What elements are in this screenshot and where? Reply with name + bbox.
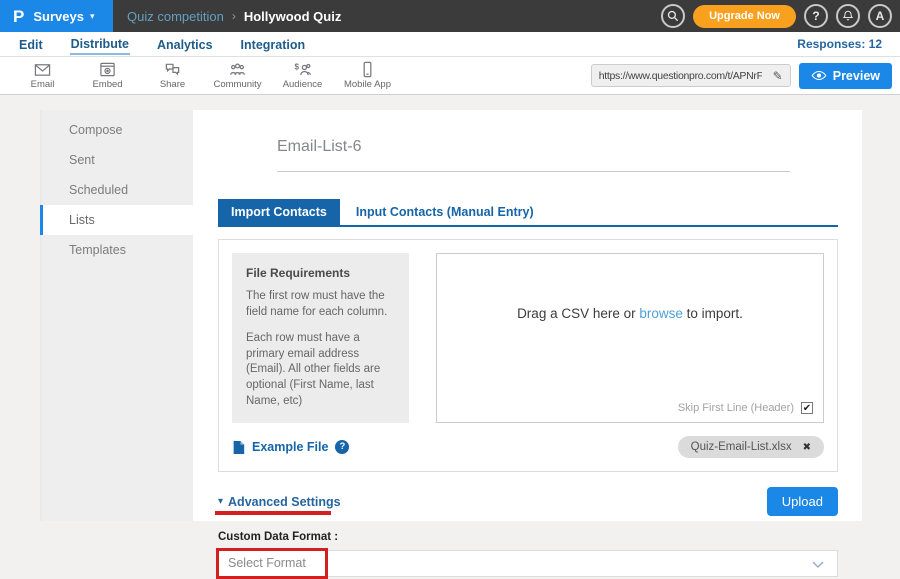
toolbar-item-audience[interactable]: $ Audience bbox=[270, 61, 335, 90]
survey-url-box: ✎ bbox=[591, 64, 791, 87]
audience-icon: $ bbox=[293, 61, 312, 78]
tab-edit[interactable]: Edit bbox=[18, 35, 44, 54]
advanced-settings-toggle[interactable]: ▾ Advanced Settings bbox=[218, 495, 341, 509]
file-requirements-panel: File Requirements The first row must hav… bbox=[232, 253, 409, 423]
toolbar-item-embed[interactable]: Embed bbox=[75, 61, 140, 90]
eye-icon bbox=[811, 70, 827, 81]
tab-import-contacts[interactable]: Import Contacts bbox=[218, 199, 340, 225]
import-contacts-panel: File Requirements The first row must hav… bbox=[218, 239, 838, 472]
sidebar-item-scheduled[interactable]: Scheduled bbox=[40, 175, 193, 205]
tab-integration[interactable]: Integration bbox=[240, 35, 307, 54]
document-icon bbox=[232, 440, 245, 455]
chevron-down-icon: ▾ bbox=[90, 11, 95, 22]
advanced-settings-row: ▾ Advanced Settings Upload bbox=[218, 487, 838, 516]
remove-file-icon[interactable]: ✖ bbox=[803, 442, 811, 453]
bell-icon bbox=[841, 9, 855, 23]
uploaded-file-name: Quiz-Email-List.xlsx bbox=[691, 441, 792, 453]
breadcrumb: Quiz competition › Hollywood Quiz bbox=[127, 9, 341, 24]
dropzone-text: Drag a CSV here or browse to import. bbox=[437, 306, 823, 321]
dropzone-text-before: Drag a CSV here or bbox=[517, 306, 639, 321]
example-file-help-icon[interactable]: ? bbox=[335, 440, 349, 454]
sidebar-item-compose[interactable]: Compose bbox=[40, 115, 193, 145]
import-lower-row: Example File ? Quiz-Email-List.xlsx ✖ bbox=[232, 436, 824, 458]
toolbar-item-community[interactable]: Community bbox=[205, 61, 270, 90]
list-name-field[interactable]: Email-List-6 bbox=[277, 138, 790, 172]
preview-button[interactable]: Preview bbox=[799, 63, 892, 89]
toolbar-item-mobile-app[interactable]: Mobile App bbox=[335, 61, 400, 90]
survey-url-input[interactable] bbox=[592, 70, 766, 82]
file-requirements-title: File Requirements bbox=[246, 266, 395, 280]
browse-link[interactable]: browse bbox=[639, 306, 683, 321]
example-file-link[interactable]: Example File ? bbox=[232, 440, 349, 455]
tab-distribute[interactable]: Distribute bbox=[70, 34, 130, 55]
skip-first-line-label: Skip First Line (Header) bbox=[678, 402, 794, 414]
dropzone-text-after: to import. bbox=[683, 306, 743, 321]
example-file-label: Example File bbox=[252, 440, 328, 454]
help-button[interactable]: ? bbox=[804, 4, 828, 28]
mobile-app-icon bbox=[358, 61, 377, 78]
breadcrumb-parent[interactable]: Quiz competition bbox=[127, 9, 224, 24]
questionpro-logo: P bbox=[13, 8, 24, 25]
advanced-settings-label: Advanced Settings bbox=[228, 495, 341, 509]
upload-button[interactable]: Upload bbox=[767, 487, 838, 516]
format-select[interactable]: Select Format bbox=[218, 550, 838, 577]
custom-data-format-label: Custom Data Format : bbox=[218, 531, 838, 543]
email-sidebar: Compose Sent Scheduled Lists Templates bbox=[40, 110, 193, 521]
notifications-button[interactable] bbox=[836, 4, 860, 28]
surveys-menu[interactable]: P Surveys ▾ bbox=[0, 0, 113, 32]
contacts-tabs: Import Contacts Input Contacts (Manual E… bbox=[218, 199, 838, 227]
topbar-actions: Upgrade Now ? A bbox=[661, 4, 900, 28]
tab-input-contacts-manual[interactable]: Input Contacts (Manual Entry) bbox=[340, 199, 550, 225]
list-detail-panel: Email-List-6 Import Contacts Input Conta… bbox=[193, 110, 862, 521]
uploaded-file-chip: Quiz-Email-List.xlsx ✖ bbox=[678, 436, 824, 458]
sidebar-item-lists[interactable]: Lists bbox=[40, 205, 193, 235]
skip-first-line-checkbox-checked-icon[interactable]: ✔ bbox=[801, 402, 813, 414]
toolbar-right: ✎ Preview bbox=[591, 63, 900, 89]
annotation-red-underline bbox=[215, 511, 331, 515]
upgrade-now-button[interactable]: Upgrade Now bbox=[693, 5, 796, 28]
search-button[interactable] bbox=[661, 4, 685, 28]
email-icon bbox=[33, 61, 52, 78]
format-select-value: Select Format bbox=[219, 551, 837, 576]
toolbar-item-email[interactable]: Email bbox=[10, 61, 75, 90]
list-name-value: Email-List-6 bbox=[277, 138, 361, 155]
top-bar: P Surveys ▾ Quiz competition › Hollywood… bbox=[0, 0, 900, 32]
community-icon bbox=[228, 61, 247, 78]
file-requirements-line1: The first row must have the field name f… bbox=[246, 289, 395, 321]
file-requirements-line2: Each row must have a primary email addre… bbox=[246, 331, 395, 410]
sidebar-item-sent[interactable]: Sent bbox=[40, 145, 193, 175]
svg-text:$: $ bbox=[294, 63, 299, 72]
preview-label: Preview bbox=[833, 69, 880, 83]
import-upper-row: File Requirements The first row must hav… bbox=[232, 253, 824, 423]
toolbar-item-share[interactable]: Share bbox=[140, 61, 205, 90]
avatar[interactable]: A bbox=[868, 4, 892, 28]
csv-dropzone[interactable]: Drag a CSV here or browse to import. Ski… bbox=[436, 253, 824, 423]
caret-down-icon: ▾ bbox=[218, 496, 223, 507]
tab-analytics[interactable]: Analytics bbox=[156, 35, 214, 54]
breadcrumb-separator-icon: › bbox=[232, 9, 236, 23]
skip-first-line-control[interactable]: Skip First Line (Header) ✔ bbox=[678, 402, 813, 414]
distribute-toolbar: Email Embed Share Community $ Audience M… bbox=[0, 57, 900, 95]
product-label: Surveys bbox=[33, 9, 84, 24]
sidebar-item-templates[interactable]: Templates bbox=[40, 235, 193, 265]
survey-nav: Edit Distribute Analytics Integration Re… bbox=[0, 32, 900, 57]
embed-icon bbox=[98, 61, 117, 78]
edit-url-icon[interactable]: ✎ bbox=[766, 69, 790, 83]
chevron-down-icon bbox=[812, 561, 824, 569]
search-icon bbox=[666, 9, 680, 23]
share-icon bbox=[163, 61, 182, 78]
responses-count[interactable]: Responses: 12 bbox=[797, 37, 882, 51]
breadcrumb-current: Hollywood Quiz bbox=[244, 9, 342, 24]
